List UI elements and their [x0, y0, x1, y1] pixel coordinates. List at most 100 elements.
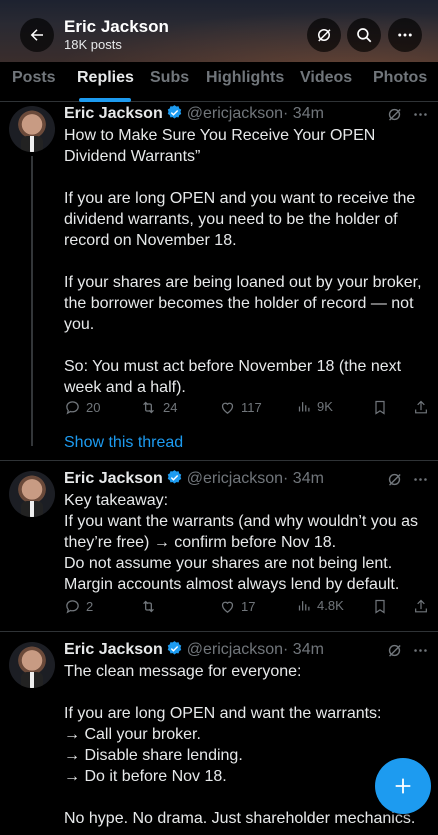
- post-line: you.: [64, 316, 95, 333]
- tab-highlights[interactable]: Highlights: [206, 69, 284, 87]
- search-button[interactable]: [347, 18, 381, 52]
- like-button[interactable]: 17: [219, 598, 255, 615]
- post-line: If you are long OPEN and you want to rec…: [64, 190, 416, 207]
- grok-icon: [318, 29, 331, 42]
- bookmark-icon[interactable]: [372, 399, 388, 416]
- avatar[interactable]: [9, 471, 55, 517]
- post-line: Dividend Warrants”: [64, 148, 201, 165]
- post-line: Margin accounts almost always lend by de…: [64, 576, 400, 593]
- views-icon: [298, 601, 310, 611]
- tab-photos[interactable]: Photos: [373, 69, 427, 87]
- views-icon: [298, 402, 310, 412]
- post-line: How to Make Sure You Receive Your OPEN: [64, 127, 376, 144]
- post-line: If your shares are being loaned out by y…: [64, 274, 422, 291]
- profile-tabs: Posts Replies Subs Highlights Videos Pho…: [0, 62, 438, 102]
- post-line: Key takeaway:: [64, 492, 169, 509]
- post-line: If you want the warrants (and why wouldn…: [64, 513, 418, 530]
- reply-count: 2: [86, 599, 94, 614]
- grok-button[interactable]: [307, 18, 341, 52]
- post-line: No hype. No drama. Just shareholder mech…: [64, 810, 416, 827]
- post-actions: 20 24 117 9K: [64, 399, 430, 419]
- view-count: 9K: [317, 399, 333, 414]
- post-line: dividend warrants, you need to be the ho…: [64, 211, 398, 228]
- compose-plus-icon: [395, 778, 411, 794]
- share-icon[interactable]: [413, 399, 429, 416]
- author-handle[interactable]: @ericjackson: [187, 641, 283, 658]
- grok-icon[interactable]: [386, 471, 403, 488]
- divider: [0, 460, 438, 461]
- repost-count: 24: [163, 400, 178, 415]
- author-name[interactable]: Eric Jackson: [64, 470, 163, 487]
- tab-subs[interactable]: Subs: [150, 69, 189, 87]
- post-text: How to Make Sure You Receive Your OPEN D…: [64, 125, 430, 398]
- post-count: 18K posts: [64, 37, 122, 52]
- active-tab-indicator: [79, 98, 131, 102]
- like-count: 117: [241, 400, 262, 415]
- tab-posts[interactable]: Posts: [12, 69, 56, 87]
- post-time: · 34m: [283, 641, 324, 658]
- more-icon[interactable]: [412, 471, 429, 488]
- like-button[interactable]: 117: [219, 399, 262, 416]
- back-button[interactable]: [20, 18, 54, 52]
- profile-name: Eric Jackson: [64, 17, 169, 36]
- compose-button[interactable]: [375, 758, 431, 814]
- verified-badge-icon: [167, 641, 181, 655]
- post-time: · 34m: [283, 105, 324, 122]
- repost-button[interactable]: 24: [139, 399, 177, 416]
- post-line: → Call your broker.: [64, 726, 201, 743]
- like-count: 17: [241, 599, 256, 614]
- post-line: The clean message for everyone:: [64, 663, 302, 680]
- post-text: Key takeaway: If you want the warrants (…: [64, 490, 430, 595]
- post-line: week and a half).: [64, 379, 186, 396]
- thread-line: [31, 156, 33, 446]
- post-line: So: You must act before November 18 (the…: [64, 358, 402, 375]
- grok-icon[interactable]: [386, 106, 403, 123]
- reply-count: 20: [86, 400, 101, 415]
- post-meta: Eric Jackson @ericjackson· 34m: [64, 104, 324, 123]
- more-icon: [398, 33, 412, 37]
- view-count: 4.8K: [317, 598, 344, 613]
- post-meta: Eric Jackson @ericjackson· 34m: [64, 469, 324, 488]
- author-handle[interactable]: @ericjackson: [187, 470, 283, 487]
- post-actions: 2 17 4.8K: [64, 598, 430, 618]
- author-name[interactable]: Eric Jackson: [64, 105, 163, 122]
- post-line: → Disable share lending.: [64, 747, 243, 764]
- post-line: Do not assume your shares are not being …: [64, 555, 393, 572]
- post-line: they’re free) → confirm before Nov 18.: [64, 534, 337, 551]
- post-meta: Eric Jackson @ericjackson· 34m: [64, 640, 324, 659]
- avatar[interactable]: [9, 106, 55, 152]
- show-thread-link[interactable]: Show this thread: [64, 434, 183, 452]
- reply-button[interactable]: 2: [64, 598, 93, 615]
- divider: [0, 631, 438, 632]
- back-arrow-icon: [30, 29, 43, 41]
- post-line: If you are long OPEN and want the warran…: [64, 705, 382, 722]
- tab-replies[interactable]: Replies: [77, 69, 134, 87]
- reply-icon: [66, 401, 79, 415]
- search-icon: [357, 28, 372, 43]
- reply-icon: [66, 600, 79, 614]
- author-name[interactable]: Eric Jackson: [64, 641, 163, 658]
- repost-icon: [143, 401, 154, 414]
- post-text: The clean message for everyone: If you a…: [64, 661, 430, 829]
- post-time: · 34m: [283, 470, 324, 487]
- views-button[interactable]: 9K: [297, 399, 333, 414]
- verified-badge-icon: [167, 470, 181, 484]
- more-icon[interactable]: [412, 106, 429, 123]
- bookmark-icon[interactable]: [372, 598, 388, 615]
- repost-icon: [143, 600, 154, 613]
- tab-videos[interactable]: Videos: [300, 69, 352, 87]
- repost-button[interactable]: [139, 598, 158, 615]
- share-icon[interactable]: [413, 598, 429, 615]
- like-icon: [221, 601, 234, 613]
- post-line: the borrower becomes the holder of recor…: [64, 295, 414, 312]
- verified-badge-icon: [167, 105, 181, 119]
- views-button[interactable]: 4.8K: [297, 598, 344, 613]
- post-line: record on November 18.: [64, 232, 237, 249]
- author-handle[interactable]: @ericjackson: [187, 105, 283, 122]
- avatar[interactable]: [9, 642, 55, 688]
- like-icon: [221, 402, 234, 414]
- more-button[interactable]: [388, 18, 422, 52]
- grok-icon[interactable]: [386, 642, 403, 659]
- more-icon[interactable]: [412, 642, 429, 659]
- reply-button[interactable]: 20: [64, 399, 100, 416]
